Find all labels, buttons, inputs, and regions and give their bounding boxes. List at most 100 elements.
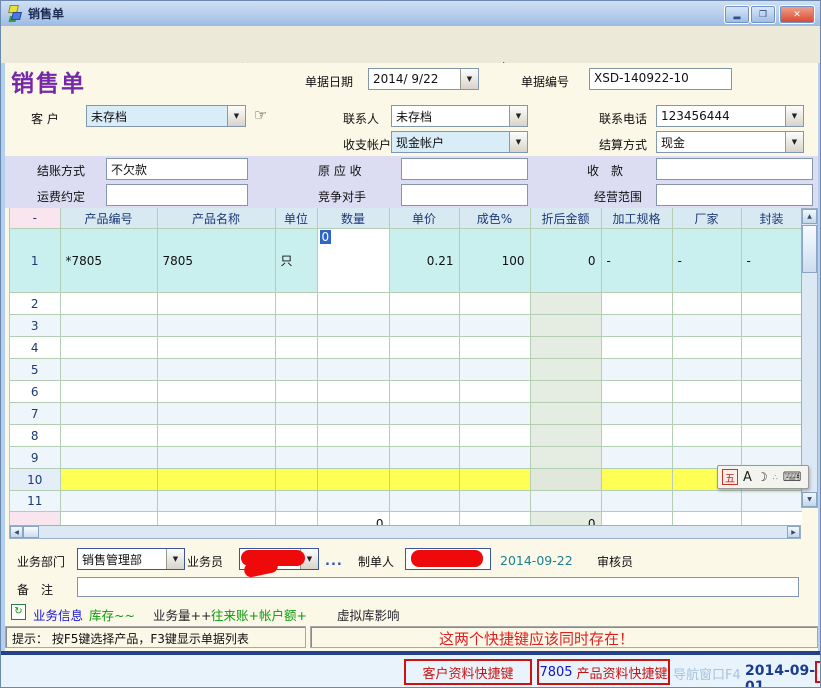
- horizontal-scroll-thumb[interactable]: [23, 526, 39, 538]
- grid-cell[interactable]: [672, 403, 741, 425]
- ime-letter-icon[interactable]: A: [743, 470, 752, 485]
- grid-cell[interactable]: [389, 425, 459, 447]
- close-button[interactable]: ✕: [779, 5, 815, 24]
- customer-select[interactable]: 未存档 ▼: [86, 105, 246, 127]
- settle-select[interactable]: 现金 ▼: [656, 131, 804, 153]
- grid-cell[interactable]: [275, 447, 317, 469]
- contact-select[interactable]: 未存档 ▼: [391, 105, 528, 127]
- grid-cell[interactable]: [459, 293, 530, 315]
- row-number[interactable]: 8: [10, 425, 60, 447]
- grid-cell[interactable]: [157, 425, 275, 447]
- grid-cell[interactable]: [157, 447, 275, 469]
- grid-cell[interactable]: [459, 381, 530, 403]
- grid-cell[interactable]: [672, 315, 741, 337]
- grid-cell[interactable]: [601, 359, 672, 381]
- grid-cell[interactable]: [389, 381, 459, 403]
- grid-cell[interactable]: [530, 403, 601, 425]
- scroll-left-button[interactable]: ◀: [10, 526, 23, 538]
- grid-cell[interactable]: [672, 337, 741, 359]
- horizontal-scrollbar[interactable]: ◀ ▶: [9, 525, 801, 539]
- grid-cell[interactable]: [275, 491, 317, 512]
- grid-cell[interactable]: [60, 293, 157, 315]
- grid-cell[interactable]: [60, 491, 157, 512]
- row-number[interactable]: 4: [10, 337, 60, 359]
- doc-no-input[interactable]: XSD-140922-10: [589, 68, 732, 90]
- grid-cell[interactable]: [60, 403, 157, 425]
- grid-cell[interactable]: [60, 359, 157, 381]
- grid-cell[interactable]: [389, 337, 459, 359]
- pointing-hand-icon[interactable]: ☞: [254, 106, 267, 124]
- grid-cell[interactable]: [741, 359, 802, 381]
- orig-recv-input[interactable]: [401, 158, 528, 180]
- grid-cell[interactable]: [459, 315, 530, 337]
- more-button[interactable]: ...: [325, 554, 343, 569]
- grid-cell[interactable]: [672, 293, 741, 315]
- vertical-scrollbar[interactable]: ▲ ▼: [801, 208, 818, 508]
- grid-cell[interactable]: [275, 337, 317, 359]
- maximize-button[interactable]: ❐: [750, 5, 776, 24]
- row-number[interactable]: 3: [10, 315, 60, 337]
- grid-cell[interactable]: [601, 315, 672, 337]
- quantity-edit-cell[interactable]: 0: [317, 229, 389, 293]
- chevron-down-icon[interactable]: ▼: [509, 106, 527, 126]
- keyboard-icon[interactable]: ⌨: [783, 470, 802, 485]
- grid-cell[interactable]: -: [601, 229, 672, 293]
- chevron-down-icon[interactable]: ▼: [460, 69, 478, 89]
- grid-cell[interactable]: [157, 315, 275, 337]
- grid-cell[interactable]: [157, 359, 275, 381]
- chevron-down-icon[interactable]: ▼: [785, 106, 803, 126]
- grid-cell[interactable]: [317, 469, 389, 491]
- row-number[interactable]: 5: [10, 359, 60, 381]
- chevron-down-icon[interactable]: ▼: [227, 106, 245, 126]
- highlighted-row[interactable]: 10: [10, 469, 802, 491]
- table-row[interactable]: 2: [10, 293, 802, 315]
- grid-cell[interactable]: [389, 403, 459, 425]
- grid-cell[interactable]: [530, 359, 601, 381]
- grid-cell[interactable]: [157, 403, 275, 425]
- link-virtual-stock[interactable]: 虚拟库影响: [337, 605, 400, 624]
- grid-cell[interactable]: [741, 337, 802, 359]
- grid-cell[interactable]: [317, 381, 389, 403]
- scroll-up-button[interactable]: ▲: [802, 209, 817, 224]
- grid-cell[interactable]: [317, 447, 389, 469]
- row-number[interactable]: 9: [10, 447, 60, 469]
- grid-cell[interactable]: [741, 403, 802, 425]
- title-bar[interactable]: 销售单 ▂ ❐ ✕: [1, 1, 821, 27]
- grid-cell[interactable]: [157, 381, 275, 403]
- grid-cell[interactable]: 100: [459, 229, 530, 293]
- moon-icon[interactable]: ☽: [757, 470, 768, 484]
- grid-cell[interactable]: [275, 403, 317, 425]
- table-row[interactable]: 7: [10, 403, 802, 425]
- grid-cell[interactable]: [530, 447, 601, 469]
- row-number[interactable]: 6: [10, 381, 60, 403]
- grid-cell[interactable]: [530, 315, 601, 337]
- grid-cell[interactable]: [601, 293, 672, 315]
- grid-cell[interactable]: [530, 491, 601, 512]
- chevron-down-icon[interactable]: ▼: [166, 549, 184, 569]
- grid-cell[interactable]: [389, 469, 459, 491]
- grid-cell[interactable]: [317, 403, 389, 425]
- grid-cell[interactable]: [459, 359, 530, 381]
- grid-cell[interactable]: [741, 381, 802, 403]
- phone-select[interactable]: 123456444 ▼: [656, 105, 804, 127]
- grid-cell[interactable]: 只: [275, 229, 317, 293]
- grid-cell[interactable]: [317, 315, 389, 337]
- grid-cell[interactable]: [530, 293, 601, 315]
- grid-cell[interactable]: [60, 469, 157, 491]
- scroll-down-button[interactable]: ▼: [802, 492, 817, 507]
- row-number[interactable]: 11: [10, 491, 60, 512]
- grid-cell[interactable]: [157, 491, 275, 512]
- grid-cell[interactable]: [317, 491, 389, 512]
- table-row[interactable]: 11: [10, 491, 802, 512]
- grid-cell[interactable]: [459, 447, 530, 469]
- ime-toolbar[interactable]: 五 A ☽ ∴ ⌨: [717, 465, 809, 489]
- dept-select[interactable]: 销售管理部 ▼: [77, 548, 185, 570]
- row-number[interactable]: 1: [10, 229, 60, 293]
- account-select[interactable]: 现金帐户 ▼: [391, 131, 528, 153]
- grid-cell[interactable]: [389, 293, 459, 315]
- grid-cell[interactable]: *7805: [60, 229, 157, 293]
- grid-cell[interactable]: 0.21: [389, 229, 459, 293]
- doc-date-select[interactable]: 2014/ 9/22 ▼: [368, 68, 479, 90]
- receipt-input[interactable]: [656, 158, 813, 180]
- billing-input[interactable]: 不欠款: [106, 158, 248, 180]
